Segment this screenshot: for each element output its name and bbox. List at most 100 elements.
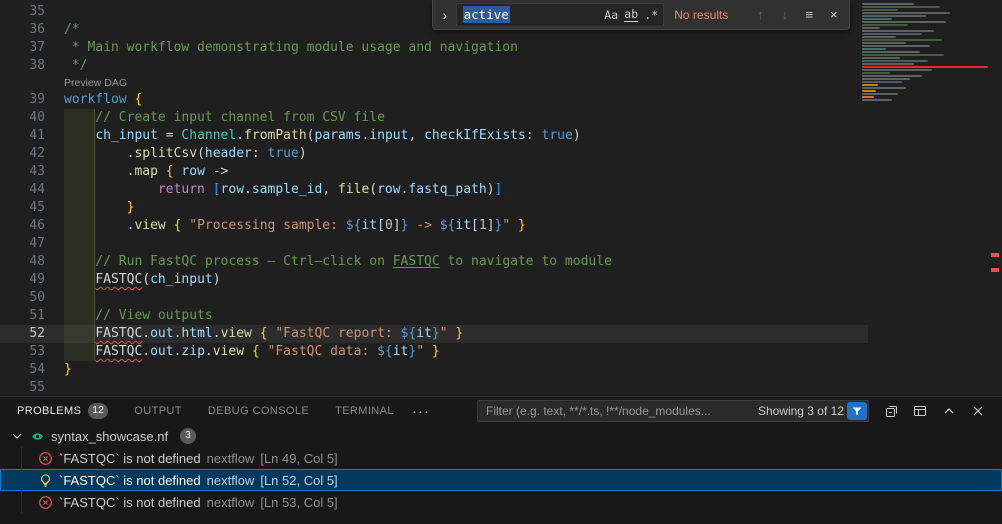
problem-source: nextflow (207, 473, 255, 488)
token: [ (213, 182, 221, 197)
code-line-43[interactable]: 43 .map { row -> (0, 163, 868, 181)
code-line-39[interactable]: 39workflow { (0, 91, 868, 109)
line-number[interactable]: 43 (0, 163, 64, 181)
line-number[interactable]: 49 (0, 271, 64, 289)
find-input[interactable]: active Aa ab .* (456, 3, 665, 27)
token: , (408, 128, 424, 143)
minimap-line (862, 51, 920, 53)
find-in-selection-icon[interactable]: ≡ (799, 4, 819, 25)
close-find-icon[interactable]: × (824, 4, 844, 25)
code-line-55[interactable]: 55 (0, 379, 868, 397)
next-match-icon[interactable]: ↓ (775, 4, 795, 25)
token: ) (299, 146, 307, 161)
token: true (268, 146, 299, 161)
line-number[interactable]: 51 (0, 307, 64, 325)
token: ( (369, 182, 377, 197)
token: . (142, 326, 150, 341)
code-line-53[interactable]: 53 FASTQC.out.zip.view { "FastQC data: $… (0, 343, 868, 361)
code-line-54[interactable]: 54} (0, 361, 868, 379)
line-number[interactable]: 54 (0, 361, 64, 379)
problem-location: [Ln 49, Col 5] (260, 451, 337, 466)
code-line-50[interactable]: 50 (0, 289, 868, 307)
code-line-48[interactable]: 48 // Run FastQC process – Ctrl–click on… (0, 253, 868, 271)
line-number[interactable]: 40 (0, 109, 64, 127)
more-panel-tabs-icon[interactable]: ··· (412, 403, 430, 420)
code-line-52[interactable]: 52 FASTQC.out.html.view { "FastQC report… (0, 325, 868, 343)
file-problem-count-badge: 3 (180, 428, 196, 444)
token: 0 (385, 218, 393, 233)
line-number[interactable]: 36 (0, 21, 64, 39)
panel-tab-problems[interactable]: PROBLEMS12 (17, 397, 108, 425)
problem-row[interactable]: `FASTQC` is not definednextflow[Ln 49, C… (0, 447, 1002, 469)
editor[interactable]: 3536/*37 * Main workflow demonstrating m… (0, 0, 1002, 396)
whole-word-icon[interactable]: ab (621, 5, 641, 25)
code-line-37[interactable]: 37 * Main workflow demonstrating module … (0, 39, 868, 57)
minimap-line (862, 36, 896, 38)
collapse-all-icon[interactable] (881, 401, 901, 421)
panel-tab-debug-console[interactable]: DEBUG CONSOLE (208, 397, 309, 425)
problems-file-row[interactable]: syntax_showcase.nf 3 (0, 425, 1002, 447)
bottom-panel: PROBLEMS12 OUTPUT DEBUG CONSOLE TERMINAL ··… (0, 396, 1002, 524)
minimap-line (862, 6, 940, 8)
line-number[interactable]: 50 (0, 289, 64, 307)
close-panel-icon[interactable] (968, 401, 988, 421)
token (252, 326, 260, 341)
line-number[interactable]: 41 (0, 127, 64, 145)
code-line-42[interactable]: 42 .splitCsv(header: true) (0, 145, 868, 163)
token: view (134, 218, 165, 233)
previous-match-icon[interactable]: ↑ (750, 4, 770, 25)
code-line-46[interactable]: 46 .view { "Processing sample: ${it[0]} … (0, 217, 868, 235)
token: splitCsv (134, 146, 197, 161)
view-as-table-icon[interactable] (910, 401, 930, 421)
token: ( (197, 146, 205, 161)
code-line-41[interactable]: 41 ch_input = Channel.fromPath(params.in… (0, 127, 868, 145)
maximize-panel-icon[interactable] (939, 401, 959, 421)
line-number[interactable]: 53 (0, 343, 64, 361)
line-number[interactable]: 48 (0, 253, 64, 271)
codelens-preview-dag[interactable]: Preview DAG (0, 75, 868, 91)
minimap-line (862, 87, 906, 89)
overview-ruler[interactable] (990, 0, 1002, 396)
line-number[interactable]: 44 (0, 181, 64, 199)
problem-row[interactable]: `FASTQC` is not definednextflow[Ln 52, C… (0, 469, 1002, 491)
line-number[interactable]: 37 (0, 39, 64, 57)
line-number[interactable]: 35 (0, 3, 64, 21)
line-number[interactable]: 45 (0, 199, 64, 217)
line-number[interactable]: 42 (0, 145, 64, 163)
panel-actions (881, 401, 988, 421)
code-line-40[interactable]: 40 // Create input channel from CSV file (0, 109, 868, 127)
code-line-44[interactable]: 44 return [row.sample_id, file(row.fastq… (0, 181, 868, 199)
code-line-45[interactable]: 45 } (0, 199, 868, 217)
line-number[interactable]: 52 (0, 325, 64, 343)
panel-tab-output[interactable]: OUTPUT (134, 397, 182, 425)
minimap[interactable] (858, 0, 990, 110)
minimap-line (862, 54, 944, 56)
problem-row[interactable]: `FASTQC` is not definednextflow[Ln 53, C… (0, 491, 1002, 513)
token: FASTQC (95, 344, 142, 359)
code-line-49[interactable]: 49 FASTQC(ch_input) (0, 271, 868, 289)
line-number[interactable]: 38 (0, 57, 64, 75)
token: { (260, 326, 268, 341)
line-number[interactable]: 55 (0, 379, 64, 397)
toggle-replace-button[interactable]: › (438, 7, 452, 23)
problems-filter-input[interactable]: Filter (e.g. text, **/*.ts, !**/node_mod… (477, 400, 869, 422)
chevron-down-icon[interactable] (9, 428, 25, 444)
token: fromPath (244, 128, 307, 143)
line-number[interactable]: 47 (0, 235, 64, 253)
code-line-38[interactable]: 38 */ (0, 57, 868, 75)
token: fastq_path (408, 182, 486, 197)
token: " (502, 218, 510, 233)
regex-icon[interactable]: .* (641, 5, 661, 25)
code-line-47[interactable]: 47 (0, 235, 868, 253)
minimap-line (862, 60, 928, 62)
token: ) (487, 182, 495, 197)
code-line-51[interactable]: 51 // View outputs (0, 307, 868, 325)
filter-funnel-icon[interactable] (847, 402, 867, 420)
panel-tab-terminal[interactable]: TERMINAL (335, 397, 394, 425)
line-number[interactable]: 46 (0, 217, 64, 235)
token: row (221, 182, 244, 197)
line-number[interactable]: 39 (0, 91, 64, 109)
match-case-icon[interactable]: Aa (601, 5, 621, 25)
minimap-line (862, 33, 922, 35)
problem-location: [Ln 52, Col 5] (260, 473, 337, 488)
